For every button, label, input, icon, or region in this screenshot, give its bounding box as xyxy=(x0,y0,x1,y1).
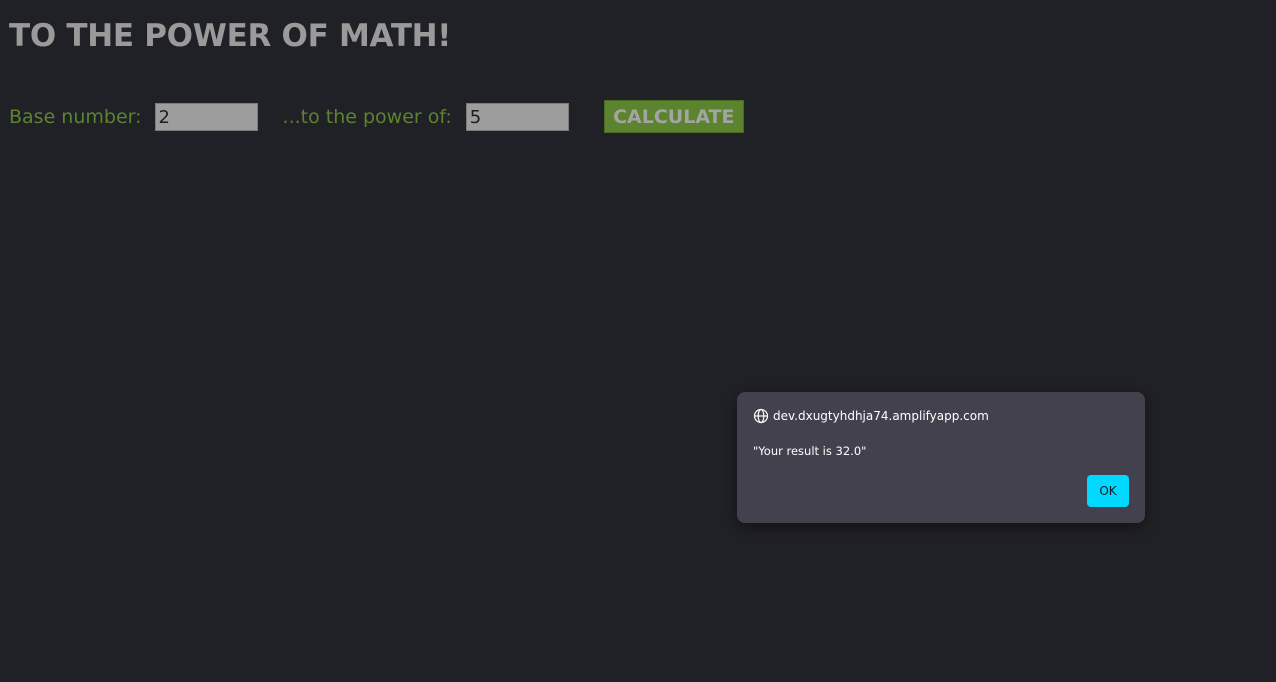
power-label: ...to the power of: xyxy=(282,105,452,128)
dialog-origin-text: dev.dxugtyhdhja74.amplifyapp.com xyxy=(773,409,989,423)
base-number-input[interactable] xyxy=(154,102,258,131)
globe-icon xyxy=(753,408,769,424)
alert-dialog: dev.dxugtyhdhja74.amplifyapp.com "Your r… xyxy=(737,392,1145,523)
dialog-message: "Your result is 32.0" xyxy=(753,444,867,458)
dialog-origin: dev.dxugtyhdhja74.amplifyapp.com xyxy=(753,408,989,424)
ok-button[interactable]: OK xyxy=(1087,475,1129,507)
base-number-label: Base number: xyxy=(9,105,142,128)
power-input[interactable] xyxy=(465,102,569,131)
page: TO THE POWER OF MATH! Base number: ...to… xyxy=(0,0,1276,682)
calculate-button[interactable]: CALCULATE xyxy=(603,100,744,133)
page-title: TO THE POWER OF MATH! xyxy=(9,18,452,54)
power-form: Base number: ...to the power of: CALCULA… xyxy=(9,100,744,133)
